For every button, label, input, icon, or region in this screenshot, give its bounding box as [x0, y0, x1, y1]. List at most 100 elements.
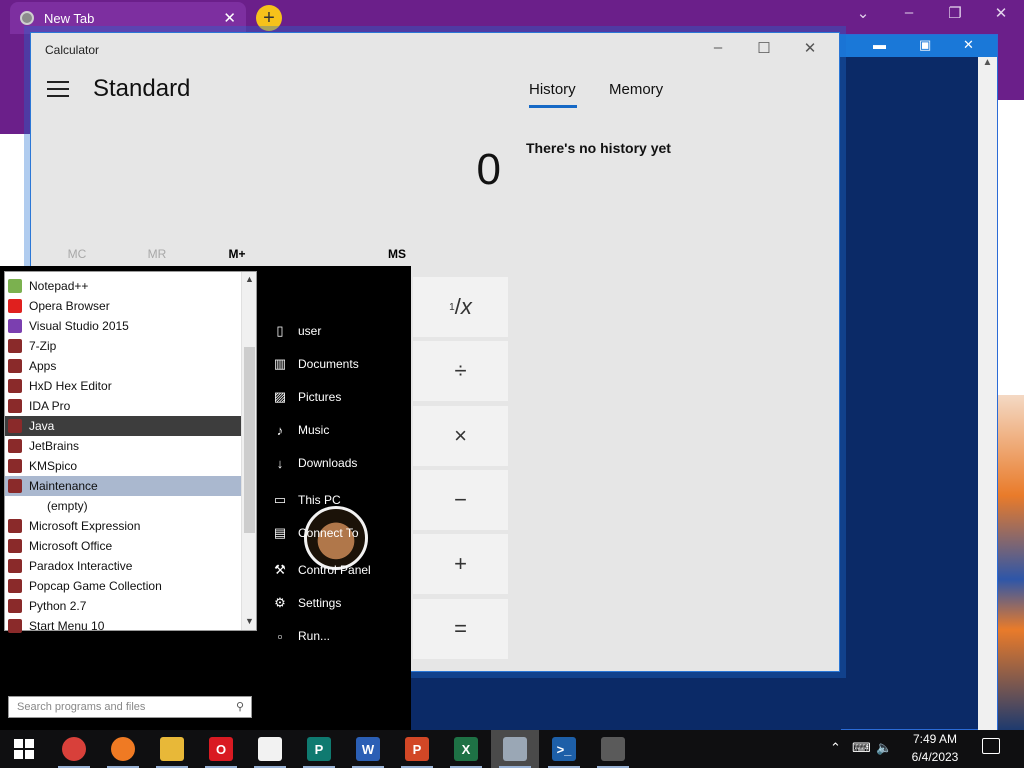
program-label: Java: [29, 419, 55, 433]
reciprocal-button[interactable]: 1/x: [413, 277, 508, 337]
bg-maximize-icon[interactable]: ▣: [919, 37, 931, 53]
chevron-up-icon[interactable]: ⌃: [830, 740, 841, 756]
new-tab-button[interactable]: +: [256, 5, 282, 31]
program-icon: [8, 539, 22, 553]
taskbar-calculator[interactable]: [589, 730, 637, 768]
start-place-this-pc[interactable]: ▭ This PC: [272, 489, 341, 511]
history-empty-message: There's no history yet: [526, 140, 671, 156]
java-icon: [258, 737, 282, 761]
taskbar-file-explorer[interactable]: [148, 730, 196, 768]
calculator-titlebar[interactable]: Calculator – ☐ ✕: [31, 33, 839, 65]
music-icon: ♪: [276, 422, 284, 438]
start-place-downloads[interactable]: ↓ Downloads: [272, 452, 358, 474]
program-item[interactable]: Paradox Interactive: [5, 556, 241, 576]
tab-close-icon[interactable]: ✕: [223, 9, 236, 27]
program-item[interactable]: Popcap Game Collection: [5, 576, 241, 596]
tab-memory[interactable]: Memory: [609, 81, 663, 98]
background-window-scrollbar[interactable]: ▲: [978, 57, 997, 731]
search-icon[interactable]: ⚲: [236, 700, 244, 713]
divide-button[interactable]: ÷: [413, 341, 508, 401]
taskbar-java[interactable]: [246, 730, 294, 768]
program-label: (empty): [47, 499, 88, 513]
scroll-down-icon[interactable]: ▼: [242, 616, 257, 626]
memory-recall-button[interactable]: MR: [127, 247, 187, 261]
program-label: HxD Hex Editor: [29, 379, 112, 393]
close-button[interactable]: ✕: [787, 39, 833, 57]
program-item[interactable]: IDA Pro: [5, 396, 241, 416]
program-item[interactable]: (empty): [5, 496, 241, 516]
program-item[interactable]: Python 2.7: [5, 596, 241, 616]
start-place-user[interactable]: ▯ user: [272, 320, 321, 342]
taskbar-excel[interactable]: X: [442, 730, 490, 768]
calculator-mode-title: Standard: [93, 75, 191, 102]
taskbar-firefox[interactable]: [99, 730, 147, 768]
tab-title: New Tab: [44, 10, 95, 26]
start-place-control-panel[interactable]: ⚒ Control Panel: [272, 559, 371, 581]
program-item[interactable]: HxD Hex Editor: [5, 376, 241, 396]
place-label: Music: [298, 423, 330, 437]
taskbar-powershell[interactable]: >_: [540, 730, 588, 768]
computer-icon: ▭: [273, 492, 287, 507]
hamburger-menu-icon[interactable]: [47, 81, 69, 97]
program-item[interactable]: JetBrains: [5, 436, 241, 456]
chevron-down-icon[interactable]: ⌄: [840, 4, 886, 22]
equals-button[interactable]: =: [413, 599, 508, 659]
start-place-pictures[interactable]: ▨ Pictures: [272, 386, 342, 408]
program-label: Apps: [29, 359, 57, 373]
browser-minimize-button[interactable]: –: [886, 4, 932, 21]
reciprocal-label: x: [460, 294, 472, 319]
browser-restore-button[interactable]: ❐: [932, 4, 978, 22]
browser-tab-new-tab[interactable]: New Tab ✕: [10, 2, 246, 34]
taskbar-opera[interactable]: O: [197, 730, 245, 768]
minimize-button[interactable]: –: [695, 39, 741, 56]
start-place-documents[interactable]: ▥ Documents: [272, 353, 359, 375]
multiply-button[interactable]: ×: [413, 406, 508, 466]
connect-icon: ▤: [273, 525, 287, 540]
program-item[interactable]: Visual Studio 2015: [5, 316, 241, 336]
opera-icon: O: [209, 737, 233, 761]
network-icon[interactable]: ⌨: [852, 740, 871, 756]
program-icon: [8, 359, 22, 373]
start-place-connect-to[interactable]: ▤ Connect To: [272, 522, 359, 544]
program-list-scrollbar[interactable]: ▲ ▼: [241, 272, 256, 630]
program-item[interactable]: 7-Zip: [5, 336, 241, 356]
taskbar-powerpoint[interactable]: P: [393, 730, 441, 768]
scroll-thumb[interactable]: [244, 347, 255, 533]
program-item[interactable]: Java: [5, 416, 241, 436]
program-item[interactable]: Notepad++: [5, 276, 241, 296]
clock-date[interactable]: 6/4/2023: [900, 750, 970, 764]
taskbar-word[interactable]: W: [344, 730, 392, 768]
tab-history[interactable]: History: [529, 81, 576, 98]
bg-minimize-icon[interactable]: ▬: [873, 37, 886, 52]
start-button[interactable]: [0, 730, 48, 768]
scroll-up-icon[interactable]: ▲: [978, 57, 997, 68]
taskbar-windows-app[interactable]: [491, 730, 539, 768]
volume-icon[interactable]: 🔈: [876, 740, 892, 756]
start-place-settings[interactable]: ⚙ Settings: [272, 592, 341, 614]
program-item[interactable]: Microsoft Office: [5, 536, 241, 556]
start-place-music[interactable]: ♪ Music: [272, 419, 330, 441]
program-item[interactable]: Opera Browser: [5, 296, 241, 316]
place-label: Documents: [298, 357, 359, 371]
program-item[interactable]: Maintenance: [5, 476, 241, 496]
program-item[interactable]: Start Menu 10: [5, 616, 241, 636]
taskbar-chrome[interactable]: [50, 730, 98, 768]
scroll-up-icon[interactable]: ▲: [242, 274, 257, 284]
program-item[interactable]: KMSpico: [5, 456, 241, 476]
memory-add-button[interactable]: M+: [207, 247, 267, 261]
bg-close-icon[interactable]: ✕: [963, 37, 974, 53]
program-item[interactable]: Microsoft Expression: [5, 516, 241, 536]
clock-time[interactable]: 7:49 AM: [900, 732, 970, 746]
memory-clear-button[interactable]: MC: [47, 247, 107, 261]
browser-close-button[interactable]: ✕: [978, 4, 1024, 22]
start-place-run[interactable]: ▫ Run...: [272, 625, 330, 647]
program-item[interactable]: Apps: [5, 356, 241, 376]
notification-center-icon[interactable]: [982, 738, 1000, 754]
taskbar-publisher[interactable]: P: [295, 730, 343, 768]
program-icon: [8, 619, 22, 633]
memory-store-button[interactable]: MS: [367, 247, 427, 261]
subtract-button[interactable]: −: [413, 470, 508, 530]
search-input[interactable]: Search programs and files ⚲: [8, 696, 252, 718]
maximize-button[interactable]: ☐: [741, 39, 787, 57]
add-button[interactable]: +: [413, 534, 508, 594]
